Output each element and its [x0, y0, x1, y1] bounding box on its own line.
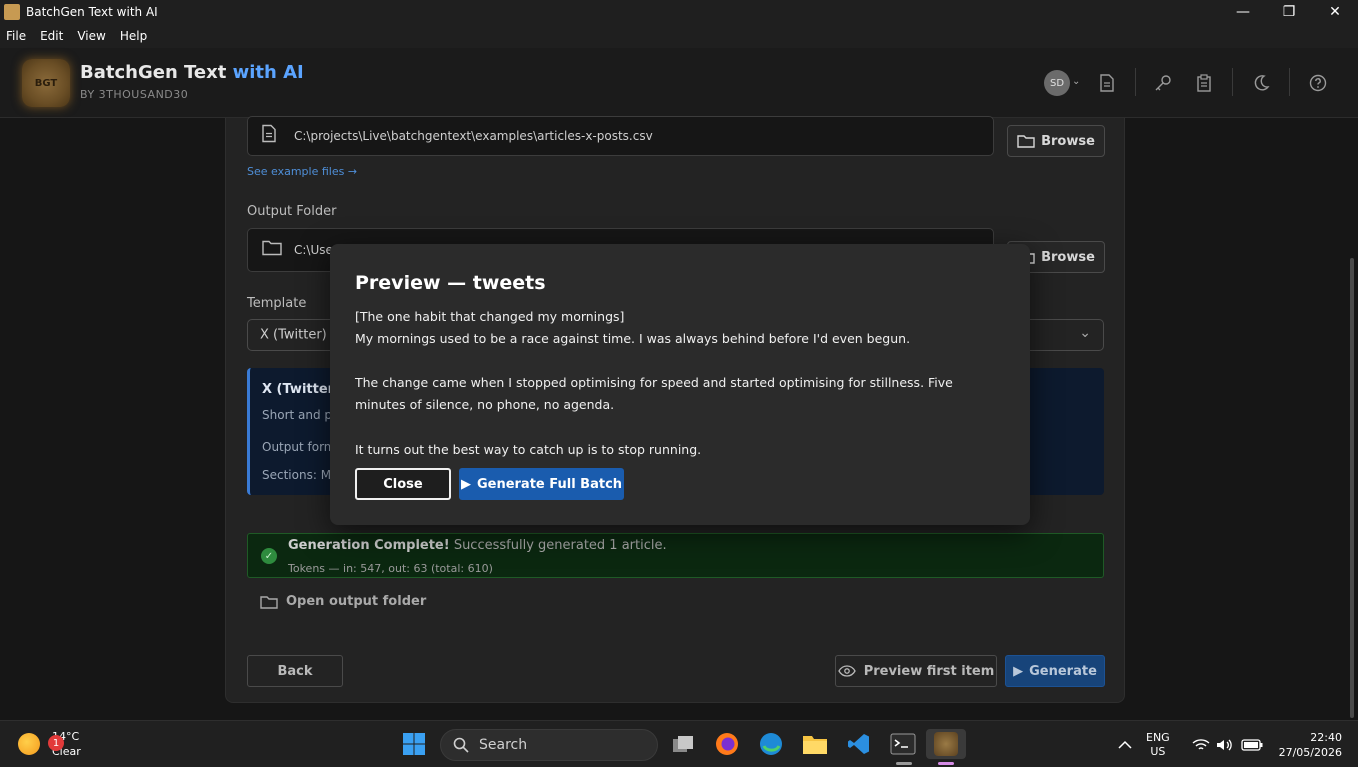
output-folder-label: Output Folder	[247, 204, 337, 219]
clipboard-icon[interactable]	[1193, 72, 1215, 94]
search-icon	[453, 737, 469, 753]
chevron-down-icon: ⌄	[1079, 325, 1091, 341]
menu-help[interactable]: Help	[120, 29, 147, 43]
app-icon	[4, 4, 20, 20]
generate-button[interactable]: ▶ Generate	[1005, 655, 1105, 687]
user-avatar[interactable]: SD	[1044, 70, 1070, 96]
menu-view[interactable]: View	[77, 29, 105, 43]
folder-icon	[260, 595, 278, 609]
input-file-field[interactable]: C:\projects\Live\batchgentext\examples\a…	[247, 116, 994, 156]
terminal-icon[interactable]	[888, 729, 918, 759]
language-indicator[interactable]: ENG US	[1146, 721, 1170, 767]
volume-icon[interactable]	[1216, 721, 1234, 767]
token-usage: Tokens — in: 547, out: 63 (total: 610)	[288, 562, 493, 575]
batchgen-app-icon[interactable]	[926, 729, 966, 759]
see-example-files-link[interactable]: See example files →	[247, 165, 357, 178]
weather-widget[interactable]: 1 14°C Clear	[18, 729, 81, 759]
key-icon[interactable]	[1152, 72, 1174, 94]
firefox-icon[interactable]	[712, 729, 742, 759]
folder-icon	[262, 240, 282, 261]
tray-chevron-up-icon[interactable]	[1118, 721, 1132, 767]
menu-edit[interactable]: Edit	[40, 29, 63, 43]
play-icon: ▶	[1013, 663, 1024, 679]
folder-icon	[1017, 135, 1035, 148]
app-header: BGT BatchGen Text with AI BY 3THOUSAND30…	[0, 48, 1358, 118]
scrollbar[interactable]	[1350, 258, 1354, 718]
play-icon: ▶	[460, 476, 471, 492]
app-logo: BGT	[22, 59, 70, 107]
modal-title: Preview — tweets	[355, 272, 546, 294]
generate-full-batch-button[interactable]: ▶ Generate Full Batch	[459, 468, 624, 500]
eye-icon	[837, 665, 856, 677]
preview-modal: Preview — tweets [The one habit that cha…	[330, 244, 1030, 525]
template-select-value: X (Twitter) F	[260, 327, 339, 343]
chevron-down-icon[interactable]: ⌄	[1072, 76, 1080, 87]
maximize-button[interactable]: ❐	[1266, 0, 1312, 24]
clock[interactable]: 22:40 27/05/2026	[1279, 721, 1342, 767]
template-desc: Short and pu	[262, 408, 340, 422]
moon-icon[interactable]	[1250, 72, 1272, 94]
menu-file[interactable]: File	[6, 29, 26, 43]
open-output-folder-button[interactable]: Open output folder	[260, 594, 426, 609]
window-titlebar: BatchGen Text with AI — ❐ ✕	[0, 0, 1358, 24]
check-icon: ✓	[261, 548, 277, 564]
input-file-path: C:\projects\Live\batchgentext\examples\a…	[294, 129, 653, 143]
taskbar: 1 14°C Clear Search ENG US 22:40 27/05/2…	[0, 720, 1358, 767]
task-view-icon[interactable]	[668, 729, 698, 759]
modal-preview-text: [The one habit that changed my mornings]…	[355, 309, 953, 457]
document-icon[interactable]	[1096, 72, 1118, 94]
file-explorer-icon[interactable]	[800, 729, 830, 759]
windows-start-icon[interactable]	[399, 729, 429, 759]
vscode-icon[interactable]	[844, 729, 874, 759]
browse-input-button[interactable]: Browse	[1007, 125, 1105, 157]
weather-badge: 1	[48, 735, 64, 751]
status-message: Generation Complete! Successfully genera…	[288, 538, 667, 553]
brand-byline: BY 3THOUSAND30	[80, 88, 189, 101]
template-label: Template	[247, 296, 307, 311]
close-window-button[interactable]: ✕	[1312, 0, 1358, 24]
brand-title: BatchGen Text with AI	[80, 62, 304, 83]
weather-moon-icon	[18, 733, 40, 755]
modal-close-button[interactable]: Close	[355, 468, 451, 500]
battery-icon[interactable]	[1241, 721, 1263, 767]
menu-bar: File Edit View Help	[0, 24, 1358, 48]
generation-status: ✓ Generation Complete! Successfully gene…	[247, 533, 1104, 578]
file-icon	[262, 124, 276, 148]
edge-icon[interactable]	[756, 729, 786, 759]
back-button[interactable]: Back	[247, 655, 343, 687]
output-folder-path: C:\Use	[294, 243, 333, 257]
preview-first-item-button[interactable]: Preview first item	[835, 655, 997, 687]
window-title: BatchGen Text with AI	[26, 5, 158, 19]
wifi-icon[interactable]	[1192, 721, 1210, 767]
minimize-button[interactable]: —	[1220, 0, 1266, 24]
taskbar-search[interactable]: Search	[440, 729, 658, 761]
template-name: X (Twitter)	[262, 382, 340, 397]
help-icon[interactable]	[1307, 72, 1329, 94]
